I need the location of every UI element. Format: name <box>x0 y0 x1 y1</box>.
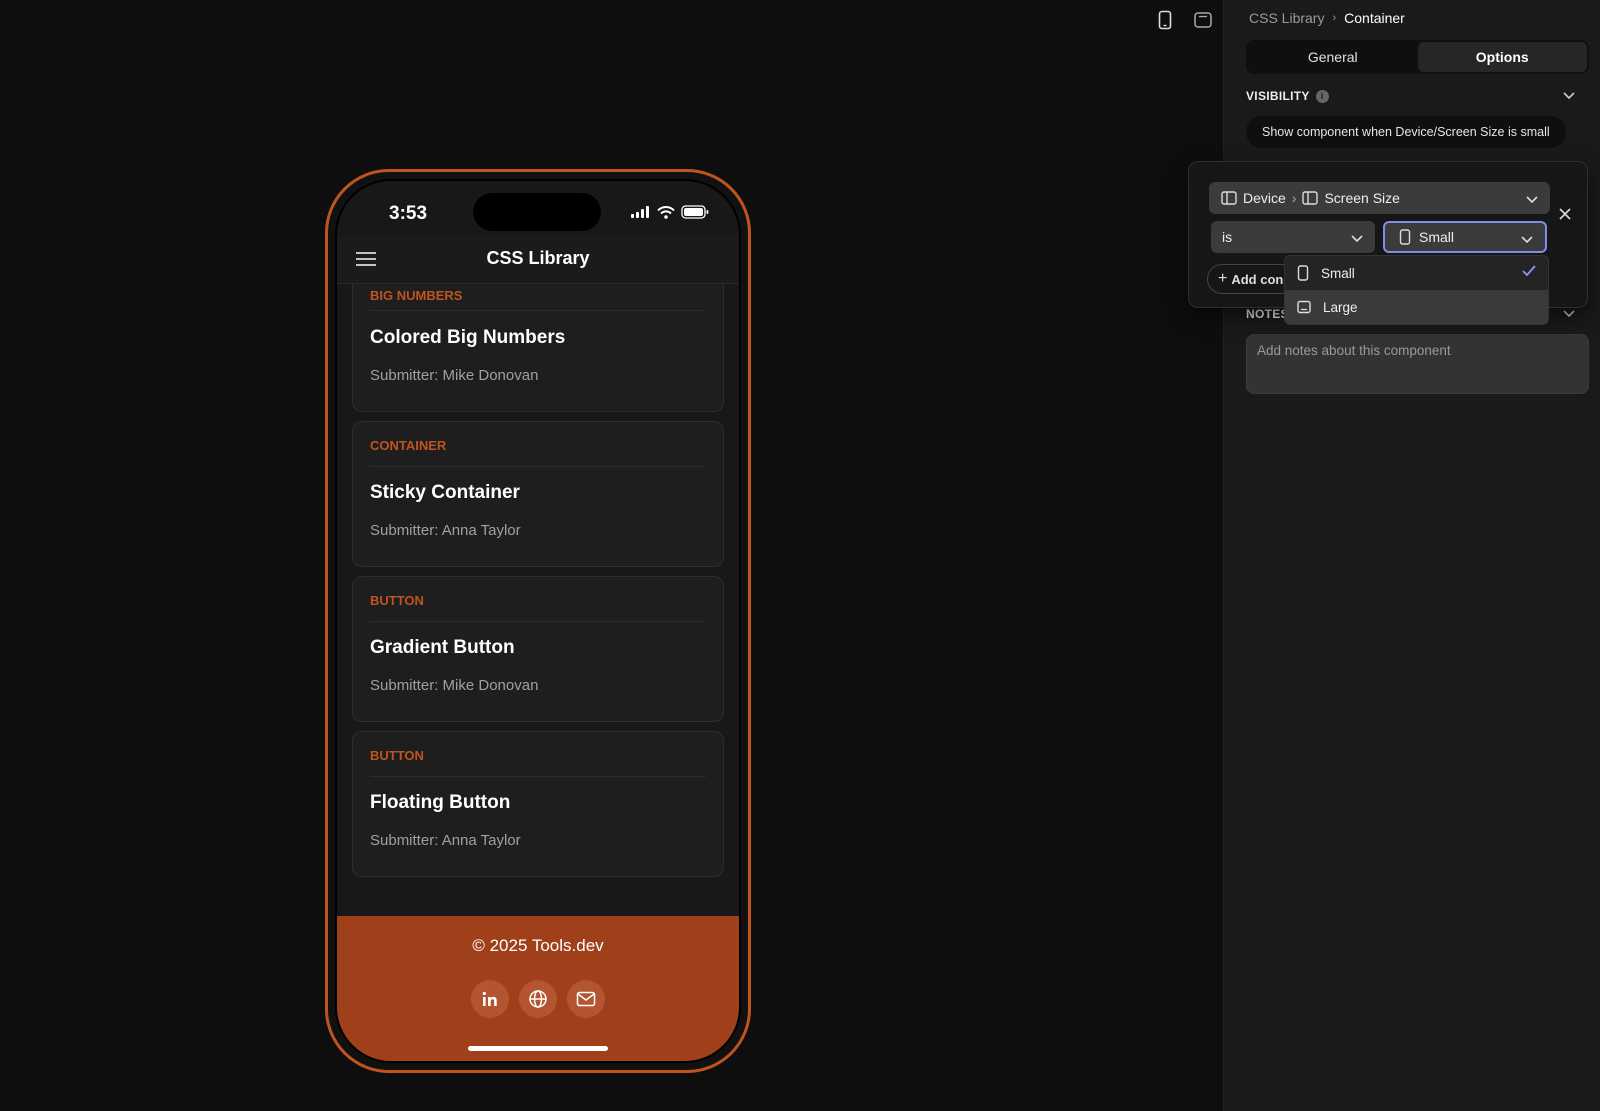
value-dropdown-menu: Small Large <box>1284 255 1549 325</box>
phone-icon[interactable] <box>1155 10 1175 30</box>
card-submitter: Submitter: Anna Taylor <box>370 832 521 849</box>
chevron-down-icon <box>1563 89 1575 103</box>
card-title: Sticky Container <box>370 482 520 503</box>
panel-tabs: General Options <box>1246 40 1589 74</box>
option-label: Small <box>1321 265 1355 281</box>
chevron-right-icon: › <box>1291 190 1297 206</box>
tab-options[interactable]: Options <box>1417 42 1587 72</box>
status-time: 3:53 <box>389 203 428 224</box>
card-divider <box>370 466 706 467</box>
operator-value: is <box>1222 229 1233 245</box>
chevron-down-icon <box>1526 191 1538 207</box>
phone-frame: 3:53 CSS Library BIG NUMBERS Colored Big… <box>325 169 751 1073</box>
tablet-icon[interactable] <box>1193 10 1213 30</box>
card-title: Gradient Button <box>370 637 515 658</box>
phone-screen: 3:53 CSS Library BIG NUMBERS Colored Big… <box>335 179 741 1063</box>
card-category: CONTAINER <box>370 438 447 453</box>
phone-icon <box>1297 265 1309 281</box>
footer-copyright: © 2025 Tools.dev <box>472 936 604 955</box>
status-icons <box>631 205 709 219</box>
notes-label: NOTES <box>1246 307 1289 321</box>
close-icon[interactable] <box>1559 207 1571 225</box>
breadcrumb-current: Container <box>1344 10 1405 26</box>
value-selected: Small <box>1419 229 1455 245</box>
app-footer: © 2025 Tools.dev <box>337 916 739 1061</box>
list-item[interactable]: BUTTON Floating Button Submitter: Anna T… <box>352 731 724 877</box>
linkedin-icon[interactable] <box>471 980 509 1018</box>
card-list: BIG NUMBERS Colored Big Numbers Submitte… <box>352 284 724 886</box>
operator-select[interactable]: is <box>1211 221 1375 253</box>
info-icon[interactable]: i <box>1315 89 1329 103</box>
app-title: CSS Library <box>486 248 590 268</box>
phone-icon <box>1399 229 1411 245</box>
source-field: Screen Size <box>1324 190 1400 206</box>
card-category: BUTTON <box>370 748 424 763</box>
breadcrumb: CSS Library › Container <box>1249 10 1405 26</box>
source-select[interactable]: Device › Screen Size <box>1209 182 1550 214</box>
visibility-section-header[interactable]: VISIBILITY i <box>1246 89 1589 103</box>
option-label: Large <box>1323 299 1358 315</box>
collection-icon <box>1221 191 1237 205</box>
home-indicator <box>468 1046 608 1051</box>
card-divider <box>370 621 706 622</box>
card-submitter: Submitter: Mike Donovan <box>370 367 539 384</box>
source-device: Device <box>1243 190 1286 206</box>
canvas: 3:53 CSS Library BIG NUMBERS Colored Big… <box>0 0 1223 1111</box>
list-item[interactable]: CONTAINER Sticky Container Submitter: An… <box>352 421 724 567</box>
tablet-icon <box>1297 300 1311 314</box>
app-header: CSS Library <box>337 236 739 284</box>
signal-icon <box>631 206 649 218</box>
card-title: Colored Big Numbers <box>370 327 566 348</box>
option-large[interactable]: Large <box>1285 290 1548 324</box>
chevron-down-icon <box>1521 231 1533 247</box>
chevron-right-icon: › <box>1332 12 1337 24</box>
plus-icon: + <box>1218 270 1228 287</box>
notes-placeholder: Add notes about this component <box>1257 343 1451 358</box>
list-item[interactable]: BIG NUMBERS Colored Big Numbers Submitte… <box>352 284 724 412</box>
notes-textarea[interactable]: Add notes about this component <box>1246 334 1589 394</box>
dynamic-island <box>473 193 601 231</box>
list-item[interactable]: BUTTON Gradient Button Submitter: Mike D… <box>352 576 724 722</box>
check-icon <box>1522 265 1536 280</box>
card-category: BIG NUMBERS <box>370 288 463 303</box>
breadcrumb-parent[interactable]: CSS Library <box>1249 10 1324 26</box>
tab-general[interactable]: General <box>1248 42 1418 72</box>
collection-icon <box>1302 191 1319 205</box>
social-links <box>337 980 739 1018</box>
device-toggle <box>1155 10 1213 30</box>
value-select[interactable]: Small <box>1383 221 1547 253</box>
add-condition-label: Add con <box>1231 271 1284 287</box>
battery-icon <box>681 205 709 219</box>
card-title: Floating Button <box>370 792 511 813</box>
option-small[interactable]: Small <box>1285 256 1548 290</box>
mail-icon[interactable] <box>567 980 605 1018</box>
globe-icon[interactable] <box>519 980 557 1018</box>
chevron-down-icon <box>1351 230 1363 246</box>
status-bar: 3:53 <box>337 181 739 241</box>
card-category: BUTTON <box>370 593 424 608</box>
card-divider <box>370 776 706 777</box>
visibility-rule[interactable]: Show component when Device/Screen Size i… <box>1246 116 1566 148</box>
card-submitter: Submitter: Mike Donovan <box>370 677 539 694</box>
wifi-icon <box>657 205 675 219</box>
card-submitter: Submitter: Anna Taylor <box>370 522 521 539</box>
visibility-label: VISIBILITY <box>1246 89 1310 103</box>
card-divider <box>370 310 706 311</box>
chevron-down-icon <box>1563 307 1575 321</box>
